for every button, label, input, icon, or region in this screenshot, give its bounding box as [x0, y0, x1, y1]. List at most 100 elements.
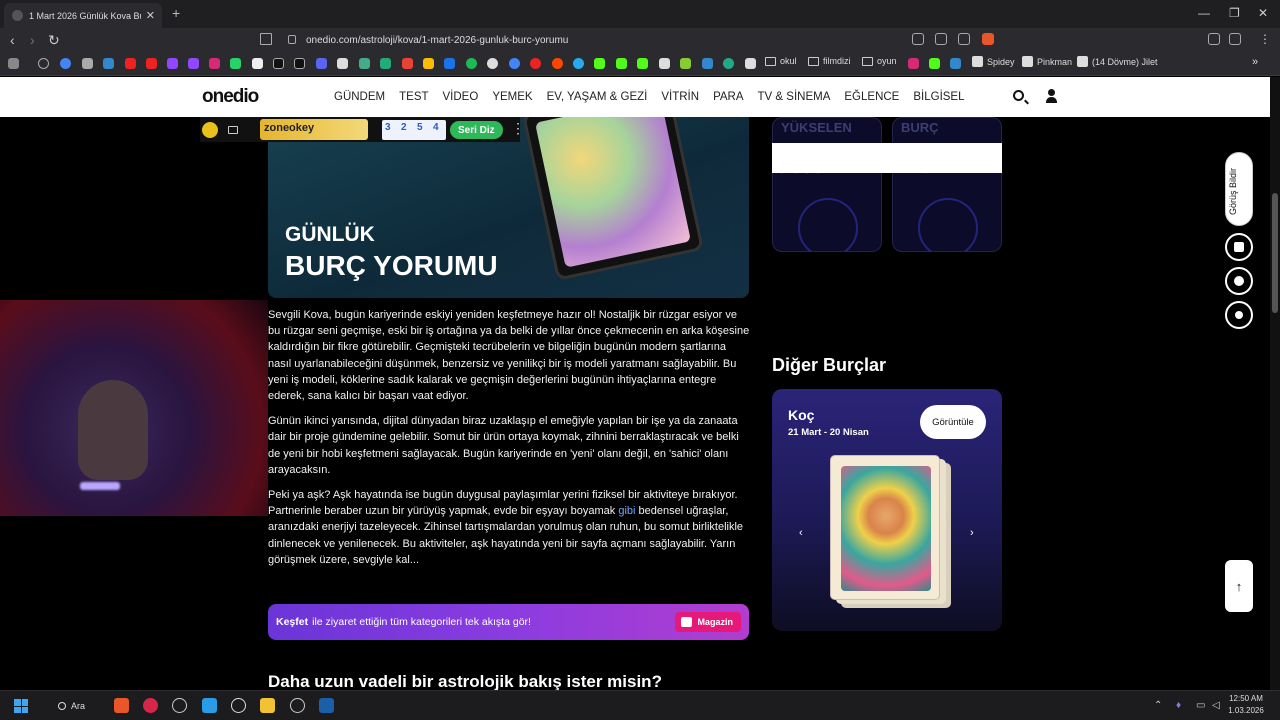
bookmark-icon[interactable]: [509, 58, 520, 69]
nav-item-ev-yasam-gezi[interactable]: EV, YAŞAM & GEZİ: [547, 91, 648, 103]
page-scrollbar[interactable]: [1270, 77, 1280, 690]
nav-item-tv-sinema[interactable]: TV & SİNEMA: [758, 91, 831, 103]
scroll-to-top-button[interactable]: ↑: [1225, 560, 1253, 612]
kick-icon[interactable]: [637, 58, 648, 69]
youtube-icon[interactable]: [125, 58, 136, 69]
spotify-icon[interactable]: [466, 58, 477, 69]
history-icon[interactable]: [38, 58, 49, 69]
display-icon[interactable]: ▭: [1196, 700, 1205, 711]
tray-app-icon[interactable]: ♦: [1176, 700, 1181, 711]
bookmark-icon[interactable]: [950, 58, 961, 69]
menu-icon[interactable]: ⋮: [1259, 32, 1271, 46]
kesfet-banner[interactable]: Keşfet ile ziyaret ettiğin tüm kategoril…: [268, 604, 749, 640]
ad-cta-button[interactable]: Seri Diz: [450, 121, 503, 139]
taskbar-search[interactable]: Ara: [52, 696, 104, 716]
nav-item-gundem[interactable]: GÜNDEM: [334, 91, 385, 103]
nav-item-video[interactable]: VİDEO: [443, 91, 479, 103]
more-bookmarks-icon[interactable]: »: [1252, 56, 1258, 68]
bookmark-spidey[interactable]: Spidey: [972, 56, 1015, 67]
bookmark-folder-filmdizi[interactable]: filmdizi: [808, 56, 851, 66]
nav-item-eglence[interactable]: EĞLENCE: [844, 91, 899, 103]
bookmark-icon[interactable]: [908, 58, 919, 69]
bookmark-icon[interactable]: [380, 58, 391, 69]
bookmark-icon[interactable]: [359, 58, 370, 69]
view-button[interactable]: Görüntüle: [920, 405, 986, 439]
bookmark-icon[interactable]: [444, 58, 455, 69]
user-icon[interactable]: [1046, 89, 1057, 104]
instagram-icon[interactable]: [209, 58, 220, 69]
bookmark-page-icon[interactable]: [260, 33, 272, 45]
ad-info-icon[interactable]: [228, 126, 238, 134]
brave-shields-icon[interactable]: [982, 33, 994, 45]
google-icon[interactable]: [60, 58, 71, 69]
comments-fab[interactable]: [1225, 267, 1253, 295]
gmail-icon[interactable]: [402, 58, 413, 69]
browser-tab[interactable]: 1 Mart 2026 Günlük Kova Burç Y ✕: [4, 3, 162, 28]
ad-strip[interactable]: zoneokey 3 2 5 4 Seri Diz ⋮: [200, 117, 525, 142]
save-fab[interactable]: [1225, 233, 1253, 261]
bookmark-folder-oyun[interactable]: oyun: [862, 56, 897, 66]
search-app-icon[interactable]: [172, 698, 187, 713]
nav-item-test[interactable]: TEST: [399, 91, 428, 103]
windows-start-icon[interactable]: [14, 699, 28, 713]
ad-menu-icon[interactable]: ⋮: [511, 120, 525, 137]
kick-icon[interactable]: [594, 58, 605, 69]
bookmark-icon[interactable]: [337, 58, 348, 69]
nav-item-para[interactable]: PARA: [713, 91, 743, 103]
apps-icon[interactable]: [8, 58, 19, 69]
share-fab[interactable]: [1225, 301, 1253, 329]
back-icon[interactable]: ‹: [10, 32, 15, 48]
app-icon[interactable]: [231, 698, 246, 713]
tiktok-icon[interactable]: [294, 58, 305, 69]
nav-item-vitrin[interactable]: VİTRİN: [661, 91, 699, 103]
aries-tarot-card[interactable]: [830, 455, 940, 600]
bookmark-icon[interactable]: [103, 58, 114, 69]
reader-icon[interactable]: [935, 33, 947, 45]
minimize-icon[interactable]: —: [1198, 6, 1210, 20]
window-close-icon[interactable]: ✕: [1258, 6, 1268, 20]
forward-icon[interactable]: ›: [30, 32, 35, 48]
app-icon[interactable]: [290, 698, 305, 713]
bookmark-icon[interactable]: [745, 58, 756, 69]
brave-taskbar-icon[interactable]: [114, 698, 129, 713]
kick-icon[interactable]: [616, 58, 627, 69]
bookmark-pinkman[interactable]: Pinkman: [1022, 56, 1072, 67]
bookmark-icon[interactable]: [702, 58, 713, 69]
inline-link[interactable]: gibi: [618, 505, 635, 517]
twitch-icon[interactable]: [167, 58, 178, 69]
magazin-badge[interactable]: Magazin: [675, 612, 741, 632]
bookmark-jilet[interactable]: (14 Dövme) Jilet: [1077, 56, 1158, 67]
bookmark-icon[interactable]: [659, 58, 670, 69]
volume-icon[interactable]: ◁: [1212, 700, 1220, 711]
tiktok-icon[interactable]: [273, 58, 284, 69]
steam-icon[interactable]: [319, 698, 334, 713]
reload-icon[interactable]: ↻: [48, 32, 60, 49]
github-icon[interactable]: [487, 58, 498, 69]
share-icon[interactable]: [958, 33, 970, 45]
twitch-icon[interactable]: [188, 58, 199, 69]
site-info-icon[interactable]: [288, 35, 296, 44]
whatsapp-icon[interactable]: [230, 58, 241, 69]
kick-icon[interactable]: [929, 58, 940, 69]
photos-icon[interactable]: [202, 698, 217, 713]
bookmark-icon[interactable]: [723, 58, 734, 69]
nav-item-bilgisel[interactable]: BİLGİSEL: [913, 91, 964, 103]
bookmark-folder-okul[interactable]: okul: [765, 56, 797, 66]
cast-icon[interactable]: [912, 33, 924, 45]
scrollbar-thumb[interactable]: [1272, 193, 1278, 313]
discord-icon[interactable]: [316, 58, 327, 69]
sidebar-card-yukselen[interactable]: YÜKSELEN yansıyor gizli yönü.: [772, 117, 882, 252]
x-icon[interactable]: [252, 58, 263, 69]
extensions-icon[interactable]: [1208, 33, 1220, 45]
site-logo[interactable]: onedio: [202, 86, 259, 108]
new-tab-button[interactable]: +: [172, 5, 180, 21]
file-explorer-icon[interactable]: [260, 698, 275, 713]
tab-close-icon[interactable]: ✕: [146, 9, 155, 22]
media-player-icon[interactable]: [143, 698, 158, 713]
sidebar-toggle-icon[interactable]: [1229, 33, 1241, 45]
bookmark-icon[interactable]: [530, 58, 541, 69]
nav-item-yemek[interactable]: YEMEK: [492, 91, 532, 103]
youtube-icon[interactable]: [146, 58, 157, 69]
maximize-icon[interactable]: ❐: [1229, 6, 1240, 20]
bookmark-icon[interactable]: [680, 58, 691, 69]
